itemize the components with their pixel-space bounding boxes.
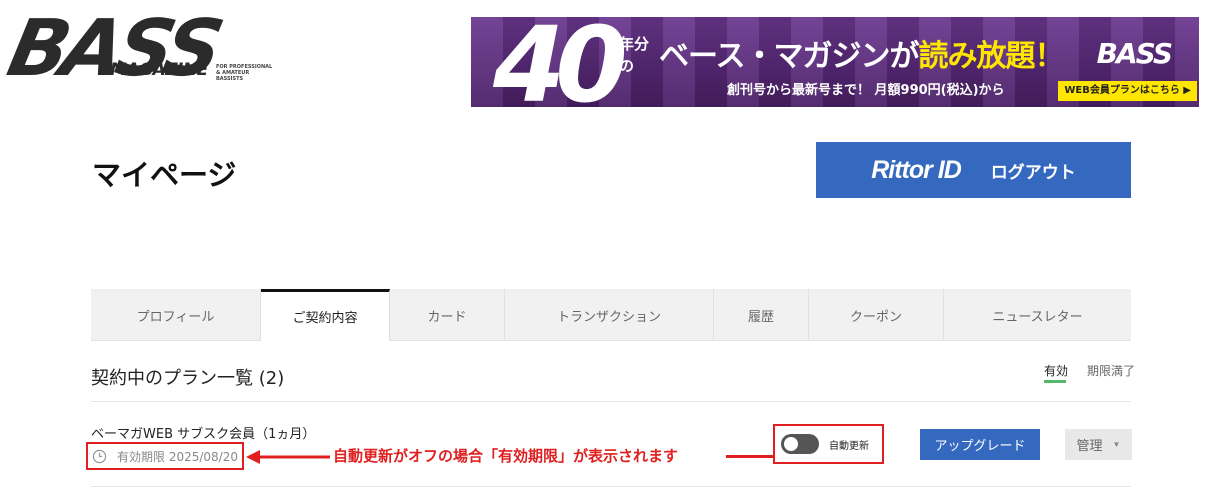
annotation-arrow-left-icon	[246, 450, 330, 464]
filter-active-indicator	[1044, 380, 1066, 383]
tab-transactions[interactable]: トランザクション	[505, 289, 714, 341]
tab-history[interactable]: 履歴	[714, 289, 809, 341]
rittor-id-logo: Rittor ID	[871, 155, 962, 184]
tab-coupons[interactable]: クーポン	[809, 289, 944, 341]
filter-expired[interactable]: 期限満了	[1087, 362, 1135, 379]
tab-newsletter[interactable]: ニュースレター	[944, 289, 1131, 341]
tab-contract[interactable]: ご契約内容	[261, 289, 390, 341]
expiry-date: 有効期限 2025/08/20	[117, 449, 238, 464]
plans-heading: 契約中のプラン一覧 (2)	[91, 368, 285, 389]
logout-label: ログアウト	[990, 162, 1076, 182]
page-title: マイページ	[92, 158, 237, 192]
banner-cta-button[interactable]: WEB会員プランはこちら ▶	[1058, 81, 1197, 101]
filter-active[interactable]: 有効	[1044, 362, 1068, 379]
manage-label: 管理	[1076, 438, 1103, 453]
banner-number: 40	[493, 17, 628, 107]
subscription-banner[interactable]: 40 年分の ベース・マガジンが読み放題！ BASS 創刊号から最新号まで！ 月…	[471, 17, 1199, 107]
auto-renew-toggle[interactable]	[781, 434, 819, 454]
manage-dropdown[interactable]: 管理 ▼	[1065, 429, 1132, 460]
annotation-text: 自動更新がオフの場合「有効期限」が表示されます	[333, 447, 679, 465]
tab-card[interactable]: カード	[390, 289, 505, 341]
auto-renew-label: 自動更新	[829, 440, 869, 452]
expiry-highlight: 有効期限 2025/08/20	[86, 442, 244, 470]
upgrade-button[interactable]: アップグレード	[920, 429, 1040, 460]
clock-icon	[92, 449, 107, 463]
toggle-knob	[784, 437, 798, 451]
plan-name: ベーマガWEB サブスク会員（1ヵ月）	[91, 427, 316, 442]
section-divider	[91, 401, 1131, 402]
logo-subtext: MAGAZINE	[110, 60, 208, 80]
banner-logo: BASS	[1096, 37, 1173, 70]
auto-renew-highlight: 自動更新	[773, 424, 884, 464]
banner-headline: ベース・マガジンが読み放題！	[659, 31, 1065, 75]
banner-headline-highlight: 読み放題！	[918, 39, 1065, 74]
banner-subtext: 創刊号から最新号まで！ 月額990円(税込)から	[727, 83, 1005, 98]
bass-magazine-logo[interactable]: BASS MAGAZINE FOR PROFESSIONAL & AMATEUR…	[0, 4, 278, 96]
caret-down-icon: ▼	[1112, 440, 1121, 449]
account-tabs: プロフィール ご契約内容 カード トランザクション 履歴 クーポン ニュースレタ…	[91, 289, 1131, 341]
banner-headline-pre: ベース・マガジンが	[659, 39, 919, 74]
annotation-connector	[726, 455, 774, 458]
banner-years-label: 年分の	[619, 35, 650, 75]
logout-button[interactable]: Rittor ID ログアウト	[816, 142, 1131, 198]
row-divider	[91, 486, 1131, 487]
tab-profile[interactable]: プロフィール	[91, 289, 261, 341]
logo-tagline: FOR PROFESSIONAL & AMATEUR BASSISTS	[216, 64, 273, 82]
